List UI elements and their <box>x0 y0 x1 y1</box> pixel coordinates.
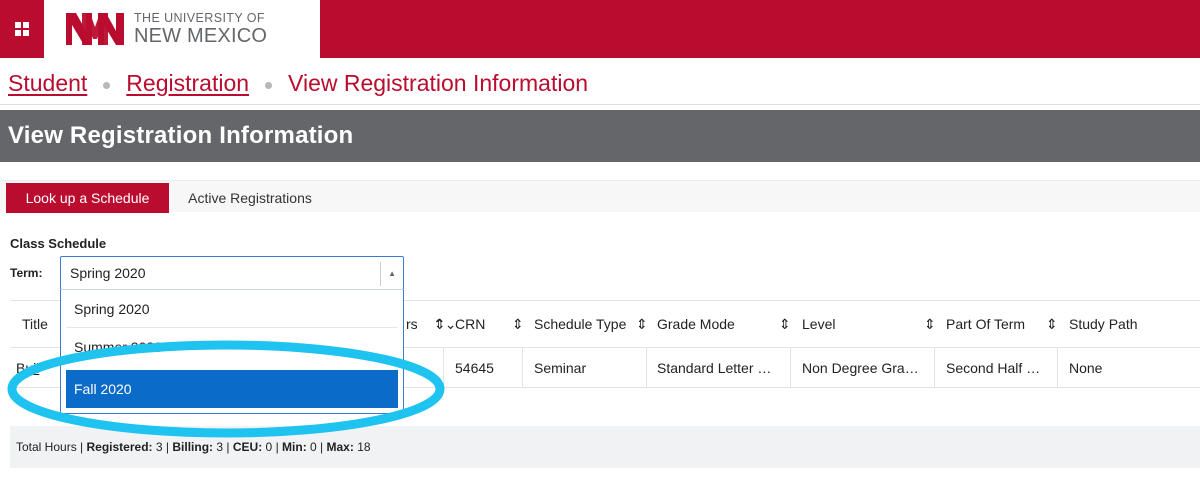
ceu-value: 0 <box>265 440 273 454</box>
total-hours-summary: Total Hours | Registered: 3 | Billing: 3… <box>10 426 1200 468</box>
divider <box>0 104 1200 105</box>
ceu-label: CEU: <box>232 440 263 454</box>
breadcrumb-current: View Registration Information <box>288 69 589 96</box>
app-menu-button[interactable] <box>0 0 44 58</box>
cell-crn: 54645 <box>455 360 494 376</box>
term-option-fall-2020[interactable]: Fall 2020 <box>66 370 398 408</box>
cell-level: Non Degree Gra… <box>802 360 919 376</box>
col-level[interactable]: Level <box>802 301 835 347</box>
col-crn[interactable]: CRN <box>455 301 485 347</box>
min-label: Min: <box>282 440 307 454</box>
col-part-of-term[interactable]: Part Of Term <box>946 301 1025 347</box>
breadcrumb-separator <box>103 81 111 89</box>
cell-schedule-type: Seminar <box>534 360 587 376</box>
term-select-value: Spring 2020 <box>70 265 146 281</box>
logo-line1: THE UNIVERSITY OF <box>134 11 265 26</box>
class-schedule-heading: Class Schedule <box>10 236 107 251</box>
cell-divider <box>646 348 647 388</box>
term-option-spring-2020[interactable]: Spring 2020 <box>66 290 398 328</box>
top-header: THE UNIVERSITY OF NEW MEXICO <box>0 0 1200 58</box>
breadcrumb-student[interactable]: Student <box>8 70 87 97</box>
min-value: 0 <box>310 440 317 454</box>
breadcrumb-separator <box>265 81 273 89</box>
sort-icon[interactable]: ⇕ <box>779 301 791 347</box>
max-label: Max: <box>326 440 354 454</box>
col-grade-mode[interactable]: Grade Mode <box>657 301 735 347</box>
max-value: 18 <box>357 440 371 454</box>
billing-value: 3 <box>216 440 224 454</box>
sort-icon[interactable]: ⇕ <box>1046 301 1058 347</box>
billing-label: Billing: <box>172 440 214 454</box>
tab-look-up-schedule[interactable]: Look up a Schedule <box>6 183 169 213</box>
cell-divider <box>443 348 444 388</box>
grid-icon <box>15 22 29 36</box>
term-label: Term: <box>10 266 43 280</box>
cell-grade-mode: Standard Letter … <box>657 360 772 376</box>
breadcrumb: Student Registration View Registration I… <box>8 68 588 98</box>
cell-divider <box>522 348 523 388</box>
col-study-path[interactable]: Study Path <box>1069 301 1138 347</box>
cell-title[interactable]: Buil <box>16 348 66 388</box>
university-logo[interactable]: THE UNIVERSITY OF NEW MEXICO <box>44 0 320 58</box>
term-option-summer-2020[interactable]: Summer 2020 <box>66 328 398 366</box>
cell-divider <box>790 348 791 388</box>
cell-study-path: None <box>1069 360 1103 376</box>
sort-icon[interactable]: ⇕ <box>512 301 524 347</box>
tab-bar: Look up a Schedule Active Registrations <box>0 180 1200 213</box>
tab-active-registrations[interactable]: Active Registrations <box>175 183 325 213</box>
sort-icon[interactable]: ⇕ <box>434 301 446 347</box>
col-hours[interactable]: rs <box>406 301 418 347</box>
term-select[interactable]: Spring 2020 ▲ <box>60 256 404 290</box>
breadcrumb-registration[interactable]: Registration <box>126 70 249 97</box>
logo-line2: NEW MEXICO <box>134 24 268 47</box>
chevron-up-icon[interactable]: ▲ <box>388 269 396 278</box>
col-schedule-type[interactable]: Schedule Type <box>534 301 626 347</box>
unm-logo-icon <box>66 13 124 45</box>
term-dropdown-list: Spring 2020 Summer 2020 Fall 2020 <box>60 289 404 414</box>
registered-label: Registered: <box>86 440 153 454</box>
col-title[interactable]: Title <box>22 301 48 347</box>
course-title-link[interactable]: Buil <box>16 360 39 376</box>
sort-icon[interactable]: ⇕ <box>636 301 648 347</box>
cell-part-of-term: Second Half … <box>946 360 1041 376</box>
total-hours-label: Total Hours <box>16 440 77 454</box>
logo-text: THE UNIVERSITY OF NEW MEXICO <box>134 12 267 46</box>
sort-icon[interactable]: ⇕ <box>924 301 936 347</box>
cell-divider <box>934 348 935 388</box>
select-separator <box>380 262 381 286</box>
cell-divider <box>1057 348 1058 388</box>
page-title: View Registration Information <box>0 110 1200 162</box>
registered-value: 3 <box>155 440 163 454</box>
